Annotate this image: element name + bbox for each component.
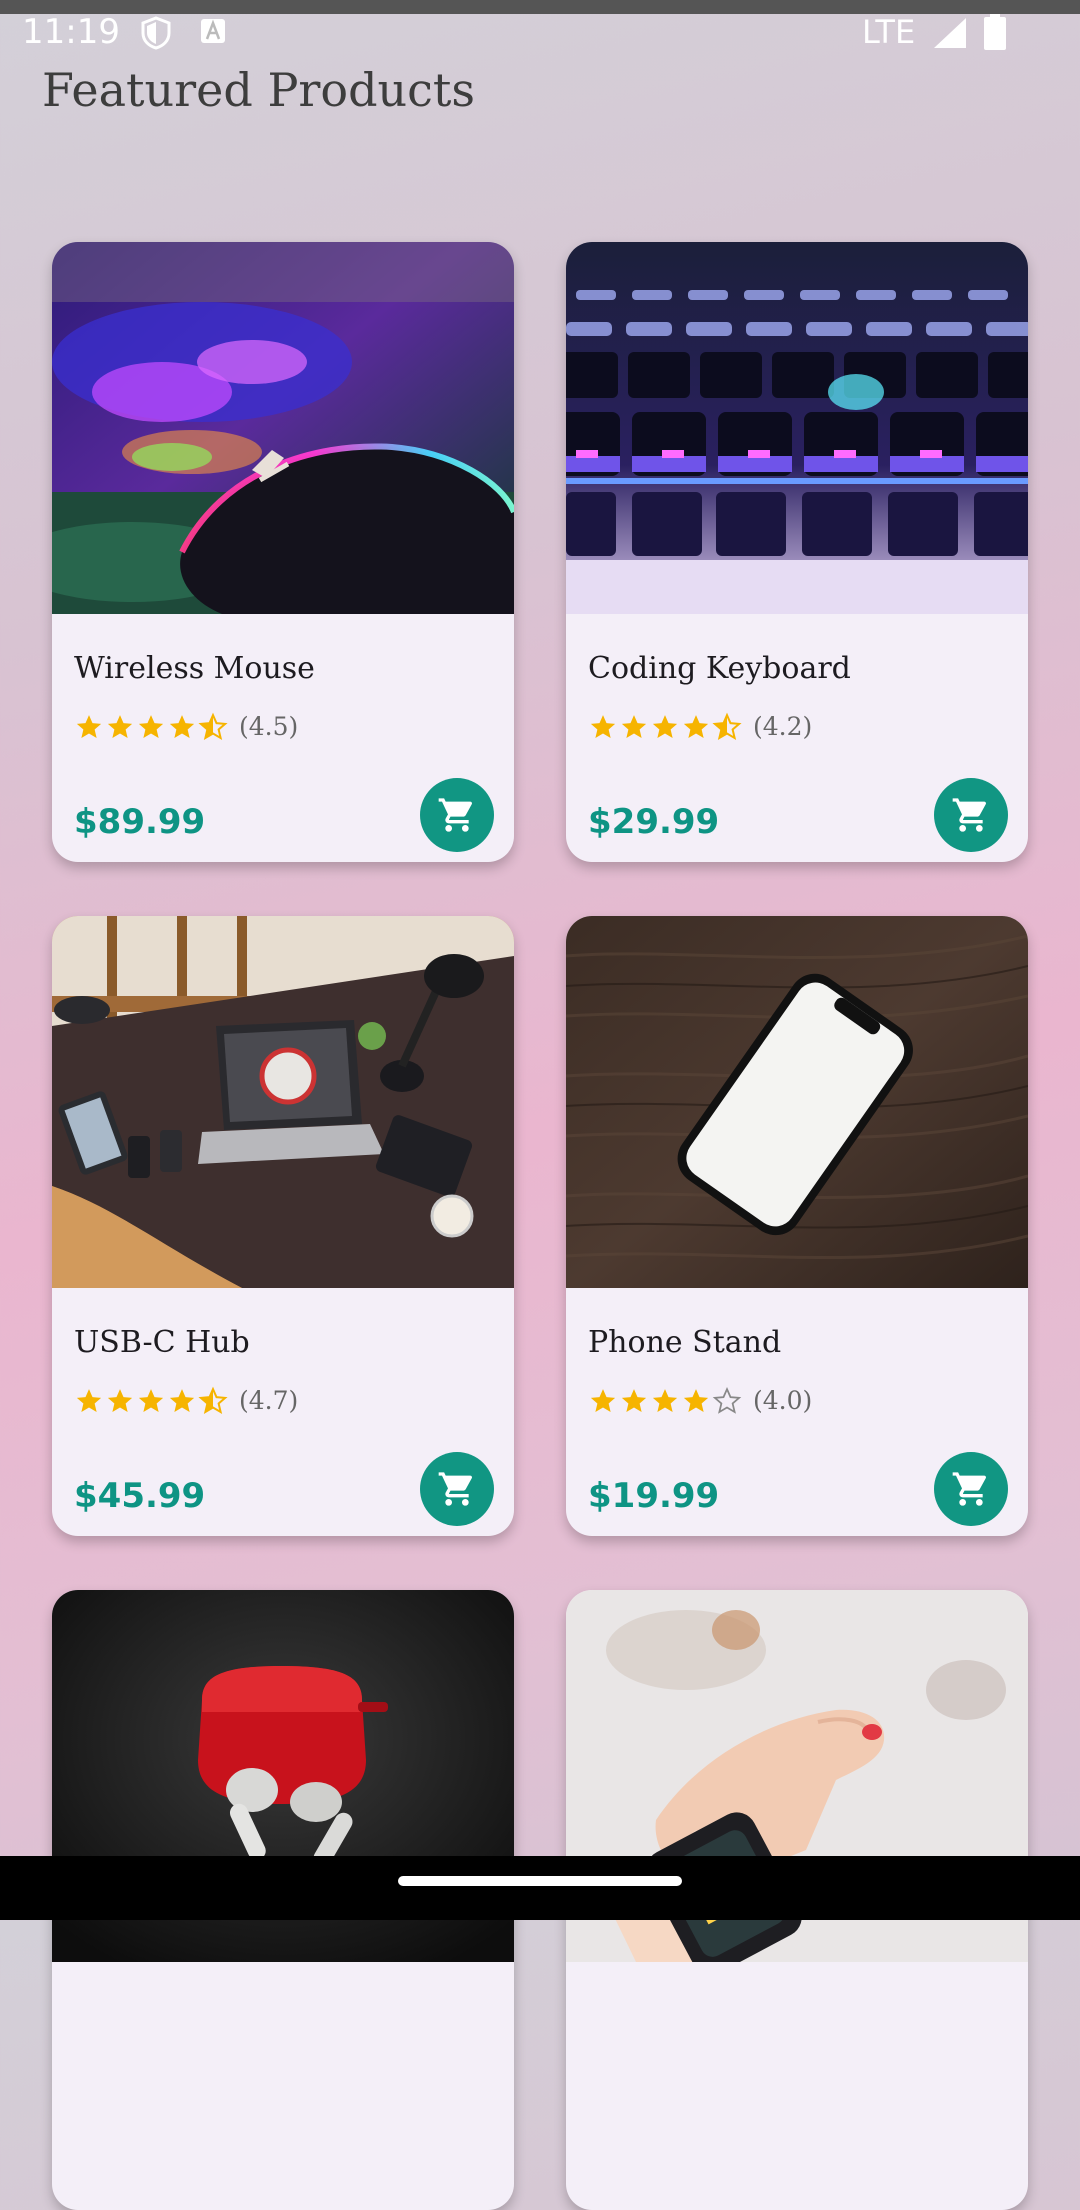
star-half-icon [198, 1386, 228, 1415]
desk-laptop-photo [52, 916, 514, 1288]
product-name: Coding Keyboard [588, 651, 851, 686]
top-edge [0, 0, 1080, 14]
product-card[interactable]: USB-C Hub (4.7) $45.99 [52, 916, 514, 1536]
cart-icon [438, 1472, 473, 1506]
star-full-icon [107, 715, 133, 738]
star-empty-icon [712, 1386, 742, 1414]
product-rating: (4.5) [74, 712, 298, 742]
star-full-icon [107, 1389, 133, 1412]
star-full-icon [621, 1389, 647, 1412]
page-title: Featured Products [42, 63, 476, 117]
product-card[interactable]: Wireless Mouse (4.5) $89.99 [52, 242, 514, 862]
star-full-icon [138, 1389, 164, 1412]
star-full-icon [683, 1389, 709, 1412]
rating-value: (4.0) [753, 1386, 813, 1415]
star-full-icon [169, 715, 195, 738]
navigation-bar [0, 1856, 1080, 1920]
signal-icon [934, 18, 966, 48]
star-full-icon [590, 1389, 616, 1412]
star-half-icon [712, 712, 742, 741]
star-full-icon [590, 715, 616, 738]
home-gesture-handle[interactable] [398, 1876, 682, 1886]
star-full-icon [683, 715, 709, 738]
status-time: 11:19 [22, 12, 120, 52]
star-full-icon [138, 715, 164, 738]
cart-icon [952, 1472, 987, 1506]
rating-value: (4.7) [239, 1386, 299, 1415]
star-full-icon [76, 715, 102, 738]
product-name: USB-C Hub [74, 1325, 250, 1360]
rating-value: (4.5) [239, 712, 299, 741]
star-full-icon [652, 715, 678, 738]
product-image [566, 242, 1028, 614]
product-price: $45.99 [74, 1476, 206, 1516]
backlit-keyboard-photo [566, 242, 1028, 614]
product-price: $89.99 [74, 802, 206, 842]
add-to-cart-button[interactable] [934, 778, 1008, 852]
add-to-cart-button[interactable] [420, 1452, 494, 1526]
battery-icon [984, 14, 1006, 50]
text-a-icon [201, 19, 225, 43]
cart-icon [952, 798, 987, 832]
product-image [52, 242, 514, 614]
product-name: Phone Stand [588, 1325, 782, 1360]
product-image [52, 916, 514, 1288]
phone-on-table-photo [566, 916, 1028, 1288]
gaming-mouse-photo [52, 242, 514, 614]
star-full-icon [76, 1389, 102, 1412]
product-image [566, 916, 1028, 1288]
shield-icon [141, 16, 171, 50]
star-full-icon [652, 1389, 678, 1412]
product-rating: (4.7) [74, 1386, 298, 1416]
cart-icon [438, 798, 473, 832]
product-name: Wireless Mouse [74, 651, 315, 686]
star-full-icon [169, 1389, 195, 1412]
product-card[interactable]: Phone Stand (4.0) $19.99 [566, 916, 1028, 1536]
product-rating: (4.0) [588, 1386, 812, 1416]
product-price: $19.99 [588, 1476, 720, 1516]
network-type: LTE [862, 13, 916, 51]
rating-value: (4.2) [753, 712, 813, 741]
star-half-icon [198, 712, 228, 741]
add-to-cart-button[interactable] [934, 1452, 1008, 1526]
add-to-cart-button[interactable] [420, 778, 494, 852]
status-bar: 11:19 LTE [0, 14, 1080, 64]
star-full-icon [621, 715, 647, 738]
product-price: $29.99 [588, 802, 720, 842]
product-rating: (4.2) [588, 712, 812, 742]
product-card[interactable]: Coding Keyboard (4.2) $29.99 [566, 242, 1028, 862]
